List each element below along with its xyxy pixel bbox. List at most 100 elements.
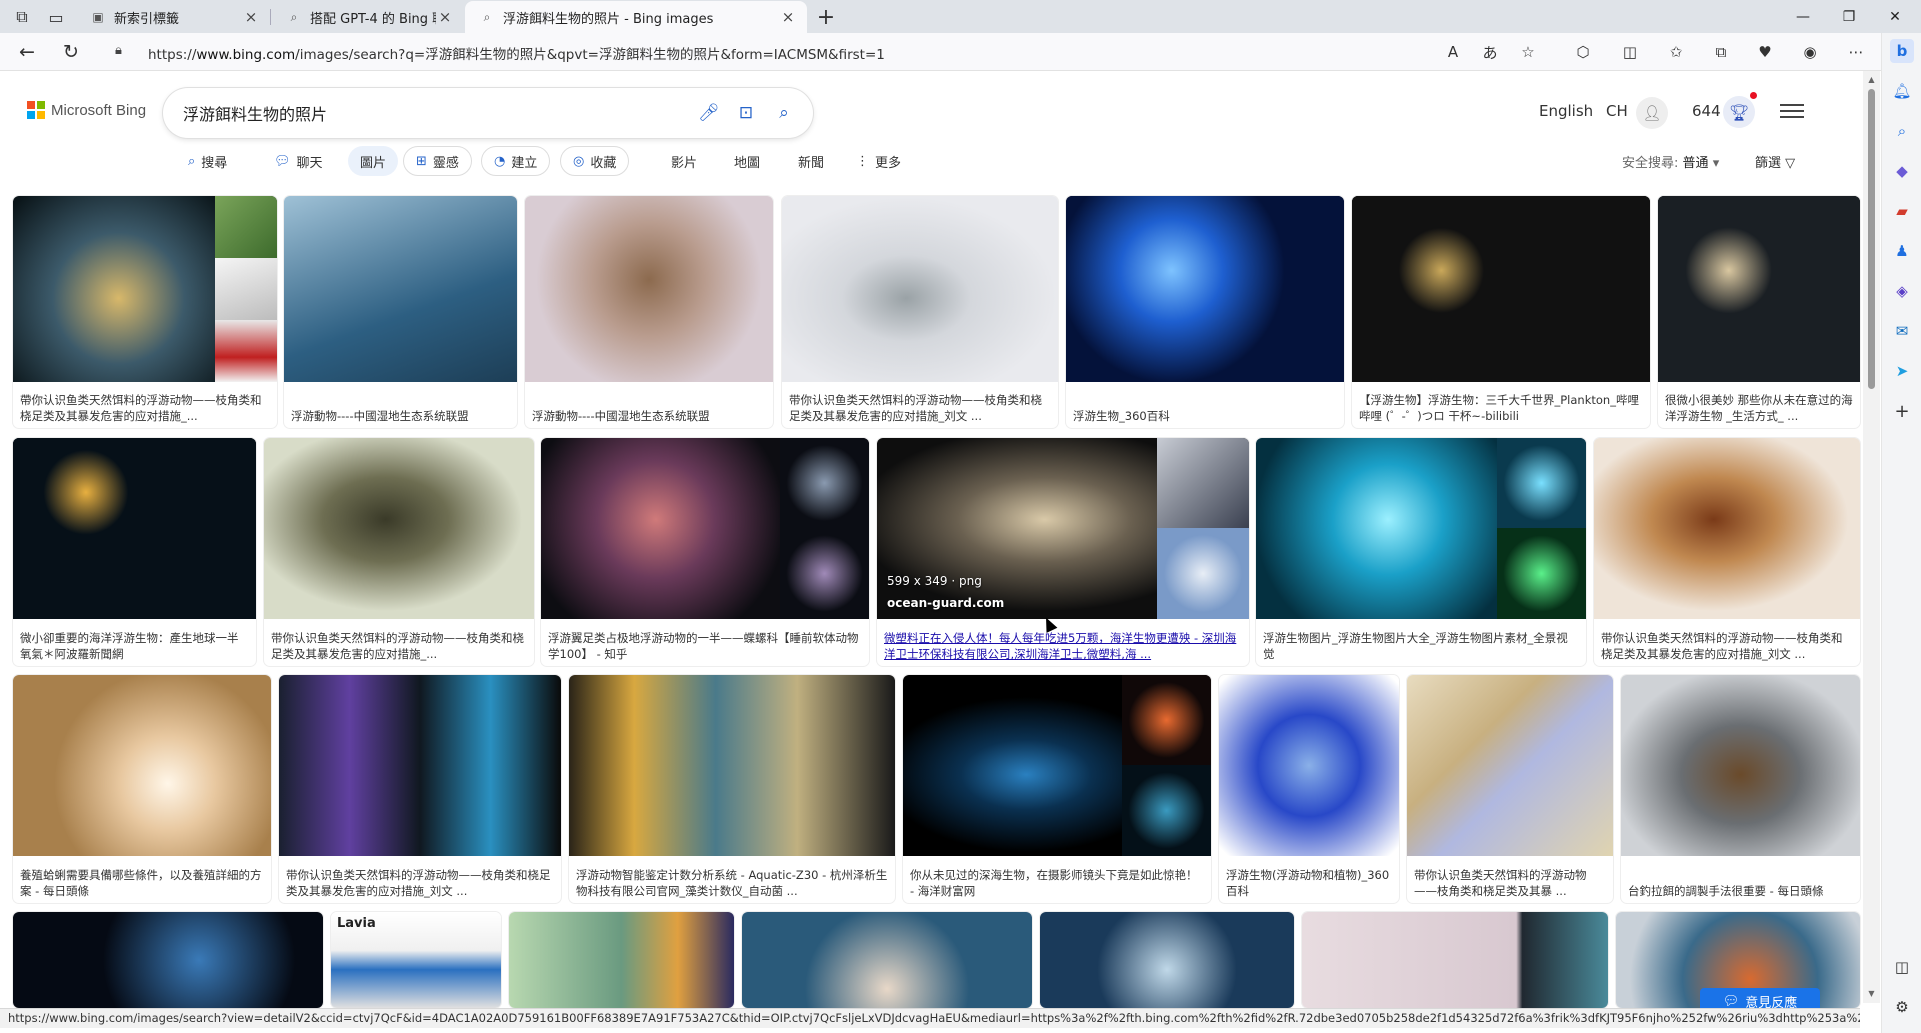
tab-bing-chat[interactable]: ⌕ 搭配 GPT-4 的 Bing 聊天 × <box>272 1 464 33</box>
result-image[interactable] <box>1302 912 1608 1008</box>
sidebar-layout-icon[interactable]: ◫ <box>1890 955 1914 979</box>
result-caption[interactable]: 台釣拉餌的調製手法很重要 - 每日頭條 <box>1628 883 1853 899</box>
tab-search[interactable]: ⌕ 搜尋 <box>176 146 239 176</box>
outlook-icon[interactable]: ✉ <box>1890 319 1914 343</box>
search-icon[interactable]: ⌕ <box>771 100 797 126</box>
result-image[interactable] <box>1594 438 1860 619</box>
gear-icon[interactable]: ⚙ <box>1890 995 1914 1019</box>
bing-logo[interactable]: Microsoft Bing <box>27 101 146 119</box>
result-image[interactable] <box>1066 196 1344 382</box>
extensions-icon[interactable]: ⬡ <box>1570 39 1596 65</box>
microphone-icon[interactable]: 🎤︎ <box>696 100 722 126</box>
result-image[interactable] <box>782 196 1058 382</box>
back-button[interactable]: ← <box>12 37 42 67</box>
result-caption[interactable]: 带你认识鱼类天然饵料的浮游动物——枝角类和桡足类及其暴发危害的应对措施_刘文 .… <box>1601 630 1853 662</box>
filter-button[interactable]: 篩選 ▽ <box>1755 152 1795 171</box>
image-result-tile[interactable]: 带你认识鱼类天然饵料的浮游动物——枝角类和桡足类及其暴发危害的应对措施_刘文 .… <box>1594 438 1860 666</box>
image-result-tile[interactable]: 台釣拉餌的調製手法很重要 - 每日頭條 <box>1621 675 1860 903</box>
region-link[interactable]: CH <box>1606 102 1628 120</box>
scroll-up-arrow-icon[interactable]: ▲ <box>1866 75 1877 85</box>
new-tab-button[interactable]: + <box>812 3 840 31</box>
result-caption[interactable]: 浮游翼足类占极地浮游动物的一半——蝶螺科【睡前软体动物学100】 - 知乎 <box>548 630 862 662</box>
image-result-tile[interactable] <box>1302 912 1608 1008</box>
result-image[interactable] <box>264 438 534 619</box>
result-image[interactable] <box>284 196 517 382</box>
image-result-tile[interactable] <box>742 912 1032 1008</box>
collections-icon[interactable]: ⧉ <box>1708 39 1734 65</box>
read-aloud-icon[interactable]: A <box>1440 39 1466 65</box>
close-icon[interactable]: × <box>436 8 454 26</box>
result-image[interactable] <box>13 438 256 619</box>
result-image[interactable] <box>525 196 773 382</box>
result-image[interactable] <box>1621 675 1860 856</box>
result-caption[interactable]: 带你认识鱼类天然饵料的浮游动物——枝角类和桡足类及其暴发危害的应对措施_刘文 .… <box>789 392 1051 424</box>
tab-images[interactable]: 圖片 <box>348 146 399 176</box>
result-image[interactable] <box>742 912 1032 1008</box>
close-icon[interactable]: × <box>242 8 260 26</box>
search-icon[interactable]: ⌕ <box>1890 119 1914 143</box>
games-icon[interactable]: ♟ <box>1890 239 1914 263</box>
result-caption[interactable]: 浮游動物----中國湿地生态系统联盟 <box>532 408 766 424</box>
image-result-tile[interactable]: 带你认识鱼类天然饵料的浮游动物——枝角类和桡足类及其暴 ... <box>1407 675 1613 903</box>
tab-new-tab[interactable]: ▣ 新索引標籤 × <box>76 1 270 33</box>
close-window-button[interactable]: ✕ <box>1872 0 1918 33</box>
settings-more-icon[interactable]: ⋯ <box>1843 39 1869 65</box>
favorite-star-icon[interactable]: ☆ <box>1515 39 1541 65</box>
image-result-tile[interactable]: 浮游动物智能鉴定计数分析系统 - Aquatic-Z30 - 杭州泽析生物科技有… <box>569 675 895 903</box>
translate-icon[interactable]: あ <box>1477 39 1503 65</box>
image-result-tile[interactable]: 浮游生物_360百科 <box>1066 196 1344 428</box>
result-image[interactable] <box>1040 912 1294 1008</box>
copilot-icon[interactable]: b <box>1890 39 1914 63</box>
scroll-down-arrow-icon[interactable]: ▼ <box>1866 989 1877 999</box>
result-caption[interactable]: 你从未见过的深海生物，在摄影师镜头下竟是如此惊艳！ - 海洋财富网 <box>910 867 1204 899</box>
address-field[interactable]: https://www.bing.com/images/search?q=浮游餌… <box>148 43 885 63</box>
tab-videos[interactable]: 影片 <box>659 146 709 176</box>
image-result-tile[interactable]: 養殖蛤蜊需要具備哪些條件，以及養殖詳細的方案 - 每日頭條 <box>13 675 271 903</box>
result-caption[interactable]: 微塑料正在入侵人体！每人每年吃进5万颗，海洋生物更遭殃 - 深圳海洋卫士环保科技… <box>884 630 1242 662</box>
result-caption[interactable]: 很微小很美妙 那些你从未在意过的海洋浮游生物 _生活方式_ ... <box>1665 392 1853 424</box>
split-screen-icon[interactable]: ◫ <box>1617 39 1643 65</box>
rewards-trophy-icon[interactable]: 🏆︎ <box>1723 96 1755 128</box>
performance-icon[interactable]: ♥ <box>1752 39 1778 65</box>
add-icon[interactable]: + <box>1890 399 1914 423</box>
tab-create[interactable]: ◔ 建立 <box>481 146 551 176</box>
result-caption[interactable]: 養殖蛤蜊需要具備哪些條件，以及養殖詳細的方案 - 每日頭條 <box>20 867 264 899</box>
result-image[interactable] <box>279 675 561 856</box>
result-image[interactable] <box>13 912 323 1008</box>
lock-icon[interactable]: 🔒︎ <box>115 43 133 61</box>
refresh-button[interactable]: ↻ <box>56 37 86 67</box>
tab-maps[interactable]: 地圖 <box>722 146 772 176</box>
scrollbar-thumb[interactable] <box>1868 89 1875 389</box>
workspaces-icon[interactable]: ⧉ <box>8 4 36 30</box>
result-caption[interactable]: 【浮游生物】浮游生物：三千大千世界_Plankton_哔哩哔哩 (゜-゜)つロ … <box>1359 392 1643 424</box>
tab-more[interactable]: ⋮ 更多 <box>844 146 913 176</box>
tab-news[interactable]: 新聞 <box>786 146 836 176</box>
result-image[interactable] <box>1658 196 1860 382</box>
result-caption[interactable]: 带你认识鱼类天然饵料的浮游动物——枝角类和桡足类及其暴 ... <box>1414 867 1606 899</box>
result-image[interactable] <box>1407 675 1613 856</box>
visual-search-icon[interactable]: ⊡ <box>733 100 759 126</box>
result-image[interactable] <box>1219 675 1399 856</box>
image-result-tile[interactable] <box>509 912 734 1008</box>
image-result-tile[interactable]: 你从未见过的深海生物，在摄影师镜头下竟是如此惊艳！ - 海洋财富网 <box>903 675 1211 903</box>
image-result-tile[interactable] <box>1040 912 1294 1008</box>
close-icon[interactable]: × <box>779 8 797 26</box>
safe-search[interactable]: 安全搜尋: 普通 ▾ <box>1622 152 1719 171</box>
image-result-tile[interactable]: 带你认识鱼类天然饵料的浮游动物——枝角类和桡足类及其暴发危害的应对措施_... <box>264 438 534 666</box>
rewards-points[interactable]: 644 <box>1692 102 1721 120</box>
result-caption[interactable]: 帶你认识鱼类天然饵料的浮游动物——枝角类和桡足类及其暴发危害的应对措施_... <box>20 392 270 424</box>
office-icon[interactable]: ◈ <box>1890 279 1914 303</box>
image-result-tile[interactable]: 599 x 349 · png ocean-guard.com 微塑料正在入侵人… <box>877 438 1249 666</box>
result-caption[interactable]: 浮游生物图片_浮游生物图片大全_浮游生物图片素材_全景视觉 <box>1263 630 1579 662</box>
profile-icon[interactable]: ◉ <box>1797 39 1823 65</box>
image-result-tile[interactable]: 很微小很美妙 那些你从未在意过的海洋浮游生物 _生活方式_ ... <box>1658 196 1860 428</box>
result-caption[interactable]: 浮游生物_360百科 <box>1073 408 1337 424</box>
language-link[interactable]: English <box>1539 102 1593 120</box>
image-result-tile[interactable]: 浮游生物图片_浮游生物图片大全_浮游生物图片素材_全景视觉 <box>1256 438 1586 666</box>
send-icon[interactable]: ➤ <box>1890 359 1914 383</box>
image-source-domain[interactable]: ocean-guard.com <box>887 596 1004 610</box>
result-caption[interactable]: 浮游生物(浮游动物和植物)_360百科 <box>1226 867 1392 899</box>
image-result-tile[interactable]: 帶你认识鱼类天然饵料的浮游动物——枝角类和桡足类及其暴发危害的应对措施_... <box>13 196 277 428</box>
result-caption[interactable]: 带你认识鱼类天然饵料的浮游动物——枝角类和桡足类及其暴发危害的应对措施_... <box>271 630 527 662</box>
image-result-tile[interactable]: 浮游生物(浮游动物和植物)_360百科 <box>1219 675 1399 903</box>
